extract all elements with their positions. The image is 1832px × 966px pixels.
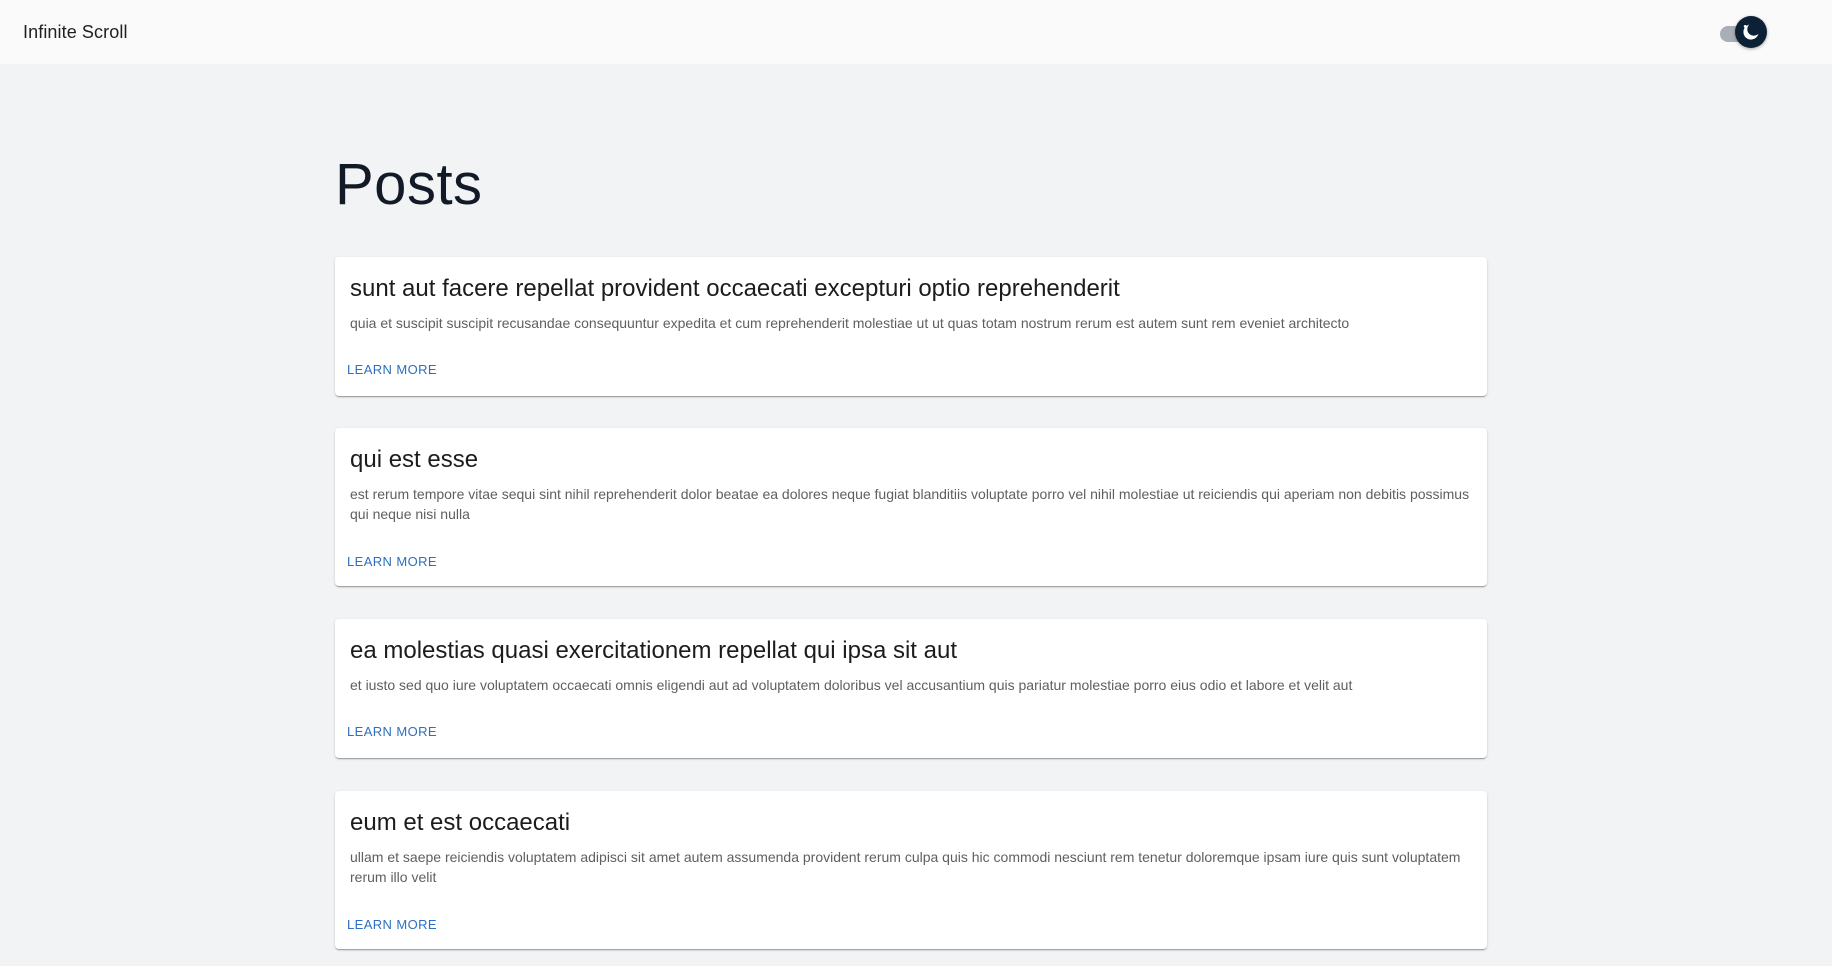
learn-more-button[interactable]: LEARN MORE: [347, 915, 437, 935]
learn-more-button[interactable]: LEARN MORE: [347, 360, 437, 380]
post-title: sunt aut facere repellat provident occae…: [350, 275, 1120, 302]
post-title: eum et est occaecati: [350, 809, 571, 836]
toggle-thumb[interactable]: [1735, 16, 1767, 48]
post-card: ea molestias quasi exercitationem repell…: [335, 619, 1487, 758]
post-body: et iusto sed quo iure voluptatem occaeca…: [350, 677, 1353, 693]
post-title: ea molestias quasi exercitationem repell…: [350, 637, 957, 664]
post-body: est rerum tempore vitae sequi sint nihil…: [350, 486, 1470, 522]
page-title: Posts: [335, 152, 483, 217]
app-bar: Infinite Scroll: [0, 0, 1832, 64]
moon-icon: [1743, 24, 1759, 40]
post-title: qui est esse: [350, 446, 479, 473]
app-title: Infinite Scroll: [23, 21, 128, 42]
post-card: sunt aut facere repellat provident occae…: [335, 257, 1487, 396]
post-body: ullam et saepe reiciendis voluptatem adi…: [350, 849, 1461, 885]
post-body: quia et suscipit suscipit recusandae con…: [350, 315, 1350, 331]
learn-more-button[interactable]: LEARN MORE: [347, 722, 437, 742]
post-card: qui est esse est rerum tempore vitae seq…: [335, 428, 1487, 586]
theme-toggle-switch[interactable]: [1718, 16, 1770, 48]
learn-more-button[interactable]: LEARN MORE: [347, 552, 437, 572]
post-card: eum et est occaecati ullam et saepe reic…: [335, 791, 1487, 949]
